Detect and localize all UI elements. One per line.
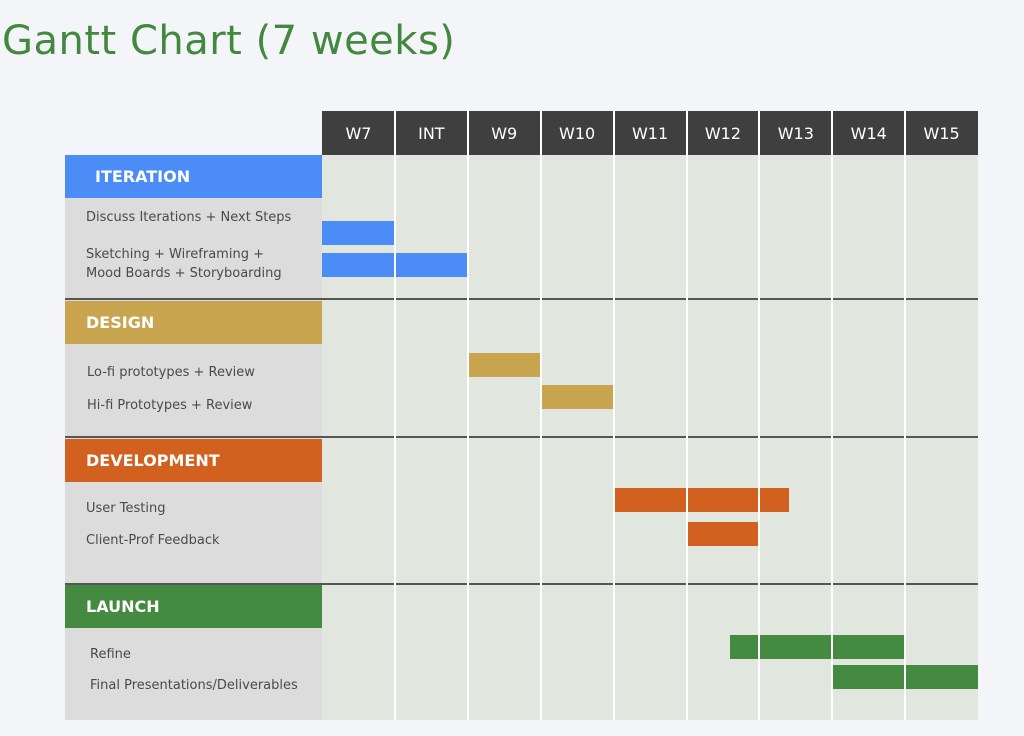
phase-divider (65, 298, 978, 300)
week-gridline (758, 111, 761, 720)
week-gridline (831, 111, 834, 720)
week-header-w11: W11 (631, 123, 669, 143)
task-label: Final Presentations/Deliverables (90, 678, 298, 693)
task-label: Refine (90, 647, 131, 662)
task-label: Discuss Iterations + Next Steps (86, 210, 292, 225)
task-label: Sketching + Wireframing + Mood Boards + … (86, 247, 282, 281)
gantt-chart: W7 INT W9 W10 W11 W12 W13 W14 W15 ITERATION Discus… (0, 0, 1024, 736)
task-label: User Testing (86, 501, 166, 516)
week-header-int: INT (418, 123, 445, 143)
week-header-w9: W9 (491, 123, 518, 143)
week-header-w15: W15 (923, 123, 960, 143)
task-bar (686, 522, 760, 546)
week-header-w10: W10 (559, 123, 596, 143)
week-gridline (466, 111, 469, 720)
phase-header-iteration: ITERATION (65, 155, 322, 198)
week-gridline (539, 111, 542, 720)
week-header-w7: W7 (345, 123, 372, 143)
week-gridline (612, 111, 615, 720)
task-label: Hi-fi Prototypes + Review (87, 398, 253, 413)
phase-header-development: DEVELOPMENT (65, 439, 322, 482)
task-bar (540, 385, 614, 409)
week-header-w12: W12 (704, 123, 742, 143)
week-gridline (904, 111, 907, 720)
week-gridline (685, 111, 688, 720)
task-label: Client-Prof Feedback (86, 533, 220, 548)
task-bar (613, 488, 789, 512)
week-header-w14: W14 (850, 123, 887, 143)
task-label: Lo-fi prototypes + Review (87, 365, 255, 380)
phase-header-launch: LAUNCH (65, 585, 322, 628)
week-header-w13: W13 (777, 123, 814, 143)
task-bar (322, 221, 395, 245)
phase-divider (65, 436, 978, 438)
week-gridline (393, 111, 396, 720)
phase-header-design: DESIGN (65, 301, 322, 344)
task-bar (730, 635, 906, 659)
task-bar (467, 353, 541, 377)
